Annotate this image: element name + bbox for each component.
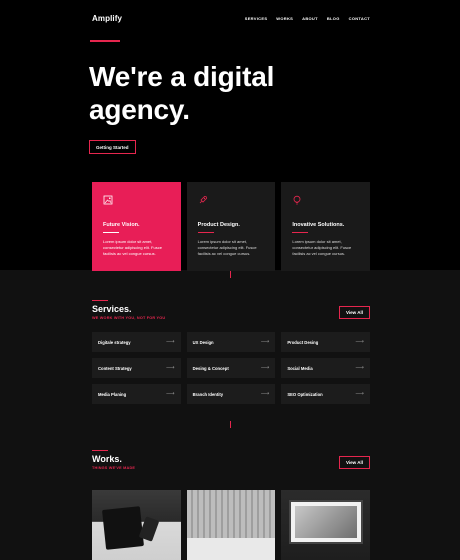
lightbulb-icon	[293, 195, 301, 205]
services-accent-rule	[92, 300, 108, 301]
feature-card-product-design[interactable]: Product Design. Lorem ipsum dolor sit am…	[186, 182, 276, 271]
arrow-right-icon: ⟶	[260, 365, 270, 371]
service-label: Social Media	[287, 365, 313, 371]
service-item[interactable]: UX Design ⟶	[186, 332, 276, 352]
works-header: Works. THINGS WE'VE MADE View All	[92, 450, 370, 470]
service-item[interactable]: Desing & Concept ⟶	[186, 358, 276, 378]
hero-title-line-1: We're a digital	[89, 61, 275, 92]
hero-accent-rule	[90, 40, 120, 42]
nav-item-about[interactable]: ABOUT	[302, 16, 318, 21]
hero-title: We're a digital agency.	[89, 60, 379, 126]
feature-title: Future Vision.	[103, 222, 140, 228]
arrow-right-icon: ⟶	[166, 365, 175, 371]
work-thumbnail-blinds-desk[interactable]	[186, 490, 276, 560]
services-grid: Digitale strategy ⟶ UX Design ⟶ Product De…	[92, 332, 370, 404]
services-subtitle: WE WORK WITH YOU, NOT FOR YOU	[92, 316, 166, 320]
services-header: Services. WE WORK WITH YOU, NOT FOR YOU …	[92, 300, 370, 320]
nav-item-services[interactable]: SERVICES	[245, 16, 268, 21]
service-label: SEO Optimization	[287, 391, 323, 397]
works-view-all-button[interactable]: View All	[338, 456, 370, 469]
arrow-right-icon: ⟶	[355, 339, 364, 345]
nav-item-blog[interactable]: BLOG	[327, 16, 340, 21]
desk-shape	[186, 538, 276, 560]
laptop-shape	[102, 506, 144, 550]
services-view-all-button[interactable]: View All	[338, 306, 370, 319]
service-label: Branch Identity	[192, 391, 224, 397]
service-item[interactable]: Media Planing ⟶	[92, 384, 181, 404]
monitor-shape	[289, 500, 364, 544]
work-thumbnail-laptop-desk[interactable]	[92, 490, 181, 560]
feature-title: Inovative Solutions.	[292, 222, 345, 228]
arrow-right-icon: ⟶	[355, 365, 364, 371]
service-item[interactable]: Branch Identity ⟶	[186, 384, 276, 404]
monitor-screen	[295, 506, 358, 538]
feature-text: Lorem ipsum dolor sit amet, consectetur …	[197, 239, 257, 256]
arrow-right-icon: ⟶	[355, 391, 364, 397]
image-frame-icon	[103, 195, 113, 205]
rocket-icon	[199, 196, 207, 204]
works-title: Works.	[92, 454, 122, 464]
section-divider-tick	[230, 421, 231, 428]
work-thumbnail-monitor[interactable]	[281, 490, 371, 560]
feature-rule	[197, 232, 214, 233]
works-gallery	[92, 490, 371, 560]
arrow-right-icon: ⟶	[166, 391, 175, 397]
arrow-right-icon: ⟶	[166, 339, 175, 345]
service-label: Media Planing	[98, 391, 127, 397]
service-label: Desing & Concept	[192, 365, 229, 371]
service-item[interactable]: SEO Optimization ⟶	[281, 384, 370, 404]
arrow-right-icon: ⟶	[260, 339, 270, 345]
service-item[interactable]: Product Desing ⟶	[281, 332, 370, 352]
feature-text: Lorem ipsum dolor sit amet, consectetur …	[103, 239, 162, 256]
feature-rule	[292, 232, 309, 233]
service-item[interactable]: Digitale strategy ⟶	[92, 332, 181, 352]
service-label: UX Design	[192, 339, 214, 345]
nav-item-contact[interactable]: CONTACT	[349, 16, 370, 21]
service-label: Digitale strategy	[98, 339, 131, 345]
service-label: Product Desing	[287, 339, 319, 345]
services-title: Services.	[92, 304, 132, 314]
feature-card-inovative-solutions[interactable]: Inovative Solutions. Lorem ipsum dolor s…	[281, 182, 371, 271]
service-item[interactable]: Content Strategy ⟶	[92, 358, 181, 378]
feature-rule	[103, 232, 119, 233]
service-label: Content Strategy	[98, 365, 132, 371]
feature-card-future-vision[interactable]: Future Vision. Lorem ipsum dolor sit ame…	[92, 182, 181, 271]
arrow-right-icon: ⟶	[260, 391, 270, 397]
section-divider-tick	[230, 271, 231, 278]
works-accent-rule	[92, 450, 108, 451]
feature-title: Product Design.	[197, 222, 240, 228]
hero-title-line-2: agency.	[89, 94, 190, 125]
brand-logo[interactable]: Amplify	[92, 14, 122, 23]
service-item[interactable]: Social Media ⟶	[281, 358, 370, 378]
phone-shape	[138, 516, 160, 542]
getting-started-button[interactable]: Getting Started	[89, 140, 136, 154]
nav-item-works[interactable]: WORKS	[276, 16, 293, 21]
works-subtitle: THINGS WE'VE MADE	[92, 466, 136, 470]
feature-cards: Future Vision. Lorem ipsum dolor sit ame…	[92, 182, 371, 271]
main-menu: SERVICES WORKS ABOUT BLOG CONTACT	[245, 16, 370, 21]
feature-text: Lorem ipsum dolor sit amet, consectetur …	[292, 239, 352, 256]
top-navigation: Amplify SERVICES WORKS ABOUT BLOG CONTAC…	[92, 12, 370, 24]
